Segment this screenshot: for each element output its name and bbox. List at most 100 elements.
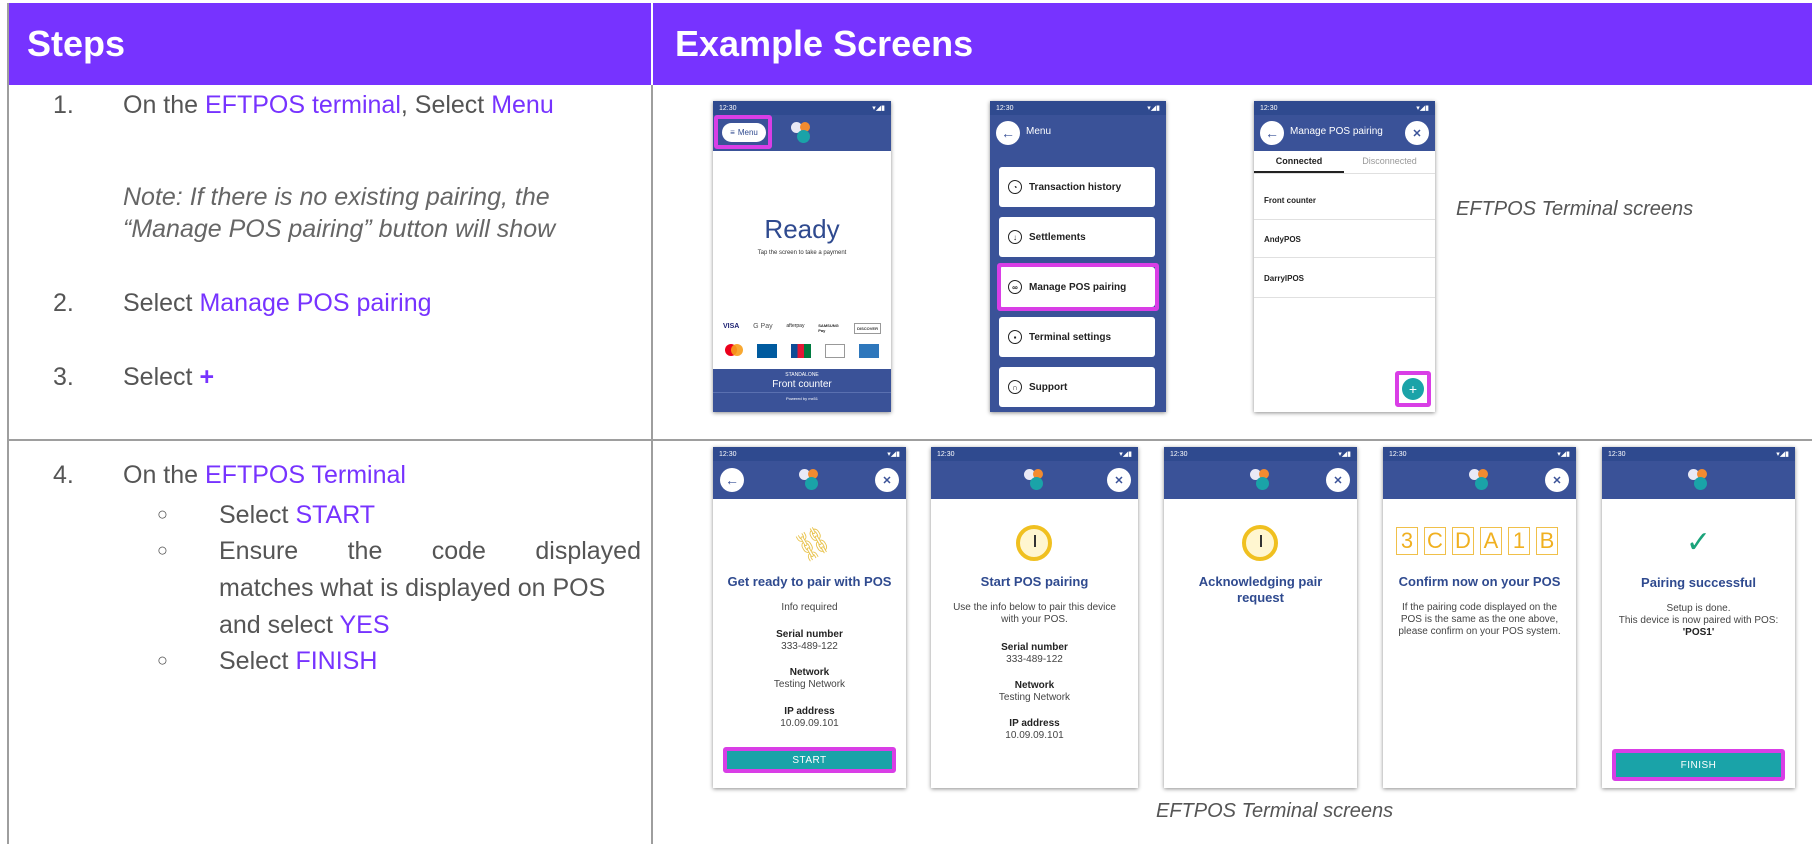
menu-highlight [714, 115, 772, 149]
menu-item-label: Support [1029, 381, 1068, 393]
serial-value: 333-489-122 [1006, 654, 1063, 665]
tab-connected[interactable]: Connected [1254, 156, 1344, 166]
tab-disconnected[interactable]: Disconnected [1344, 156, 1435, 166]
close-icon[interactable]: ✕ [1107, 468, 1131, 492]
sub-step-3: Select FINISH [219, 643, 641, 680]
status-icons: ▾◢▮ [1416, 105, 1429, 112]
get-ready-app-bar: ← ✕ [713, 461, 906, 499]
ack-title-2: request [1237, 590, 1284, 605]
close-icon[interactable]: ✕ [1545, 468, 1569, 492]
step-1-text: On the EFTPOS terminal, Select Menu [123, 89, 554, 121]
menu-item-support[interactable]: ∩ Support [999, 367, 1155, 407]
step-1: 1. On the EFTPOS terminal, Select Menu [9, 89, 649, 129]
sub-1-start: START [295, 501, 376, 529]
code-char: B [1536, 527, 1558, 555]
front-counter-label: Front counter [772, 379, 832, 390]
screen-manage-pairing: 12:30 ▾◢▮ ← Manage POS pairing ✕ Connecte… [1254, 101, 1435, 412]
status-bar: 12:30 ▾◢▮ [1254, 101, 1435, 115]
manage-app-bar: ← Manage POS pairing ✕ [1254, 115, 1435, 151]
note-line-1: Note: If there is no existing pairing, t… [123, 183, 550, 211]
status-bar: 12:30 ▾◢▮ [1164, 447, 1357, 461]
step-4: 4. On the EFTPOS Terminal [9, 459, 649, 499]
status-time: 12:30 [1389, 450, 1407, 458]
serial-value: 333-489-122 [781, 641, 838, 652]
list-divider [1254, 297, 1435, 298]
link-icon: ⛓ [789, 521, 836, 566]
back-icon[interactable]: ← [1260, 121, 1284, 145]
unionpay-logo [757, 344, 777, 358]
note-line-2: “Manage POS pairing” button will show [123, 215, 556, 243]
status-time: 12:30 [719, 104, 737, 112]
menu-item-transaction-history[interactable]: ◔ Transaction history [999, 167, 1155, 207]
close-icon[interactable]: ✕ [1405, 121, 1429, 145]
network-label: Network [789, 667, 830, 678]
close-icon[interactable]: ✕ [1326, 468, 1350, 492]
code-char: 1 [1508, 527, 1530, 555]
manage-pairing-highlight [997, 263, 1159, 311]
screen-menu: 12:30 ▾◢▮ ← Menu ◔ Transaction history ↓ Se… [990, 101, 1166, 412]
pairing-item-darrylpos[interactable]: DarrylPOS [1264, 274, 1304, 283]
close-icon[interactable]: ✕ [875, 468, 899, 492]
logo-icon [799, 469, 821, 491]
steps-header: Steps [9, 3, 651, 85]
step-4-number: 4. [53, 461, 74, 489]
menu-item-settlements[interactable]: ↓ Settlements [999, 217, 1155, 257]
screen-acknowledging: 12:30 ▾◢▮ ✕ Acknowledging pair request [1164, 447, 1357, 788]
check-icon: ✓ [1685, 526, 1712, 559]
logo-icon [1469, 469, 1491, 491]
status-icons: ▾◢▮ [1119, 451, 1132, 458]
sub-2-pre: and select [219, 611, 340, 639]
step-2-pre: Select [123, 289, 200, 317]
standalone-label: STANDALONE [785, 372, 819, 378]
status-time: 12:30 [1260, 104, 1278, 112]
logo-icon [791, 122, 813, 144]
back-icon[interactable]: ← [996, 121, 1020, 145]
screen-get-ready: 12:30 ▾◢▮ ← ✕ ⛓ Get ready to pair with PO… [713, 447, 906, 788]
start-button[interactable]: START [723, 747, 896, 773]
status-time: 12:30 [1170, 450, 1188, 458]
card-logos-row-1: VISA G Pay afterpay SAMSUNG Pay DISCOVER [723, 323, 881, 334]
success-line-2: This device is now paired with POS: [1618, 615, 1779, 626]
step-4-text: On the EFTPOS Terminal [123, 459, 406, 491]
menu-item-label: Settlements [1029, 231, 1086, 243]
serial-label: Serial number [1001, 642, 1068, 653]
step-3-text: Select + [123, 361, 214, 393]
status-icons: ▾◢▮ [872, 105, 885, 112]
add-pairing-button[interactable]: + [1402, 378, 1424, 400]
network-label: Network [1014, 680, 1055, 691]
card-logos-row-2 [725, 344, 879, 358]
status-icons: ▾◢▮ [1338, 451, 1351, 458]
finish-button[interactable]: FINISH [1612, 749, 1785, 781]
step-3-pre: Select [123, 363, 200, 391]
step-2: 2. Select Manage POS pairing [9, 287, 649, 327]
bullet-1: ○ [157, 504, 168, 524]
confirm-line-3: please confirm on your POS system. [1398, 626, 1561, 637]
pairing-item-andypos[interactable]: AndyPOS [1264, 235, 1301, 244]
visa-logo: VISA [723, 323, 740, 330]
network-value: Testing Network [773, 679, 846, 690]
back-icon[interactable]: ← [720, 468, 744, 492]
status-bar: 12:30 ▾◢▮ [713, 101, 891, 115]
menu-item-label: Terminal settings [1029, 331, 1112, 343]
ip-value: 10.09.09.101 [780, 718, 839, 729]
caption-row-2: EFTPOS Terminal screens [1156, 800, 1394, 822]
logo-icon [1024, 469, 1046, 491]
discover-logo: DISCOVER [854, 323, 881, 334]
step-1-number: 1. [53, 91, 74, 119]
step-2-text: Select Manage POS pairing [123, 287, 432, 319]
pairing-item-front-counter[interactable]: Front counter [1264, 196, 1316, 205]
sub-2-line-1: Ensure the code displayed [219, 537, 641, 565]
menu-item-terminal-settings[interactable]: ▪ Terminal settings [999, 317, 1155, 357]
ready-footer: STANDALONE Front counter Powered by mx51 [713, 369, 891, 412]
examples-header-label: Example Screens [675, 23, 974, 64]
screen-start-pairing: 12:30 ▾◢▮ ✕ Start POS pairing Use the inf… [931, 447, 1138, 788]
menu-app-bar: ← Menu [990, 115, 1166, 151]
sub-3-pre: Select [219, 647, 296, 675]
column-divider [651, 85, 653, 844]
sub-2-line-3: and select YES [219, 607, 641, 644]
confirm-title: Confirm now on your POS [1398, 574, 1561, 589]
info-required: Info required [781, 602, 838, 613]
jcb-logo [791, 344, 811, 358]
status-bar: 12:30 ▾◢▮ [990, 101, 1166, 115]
ready-title: Ready [764, 214, 840, 244]
